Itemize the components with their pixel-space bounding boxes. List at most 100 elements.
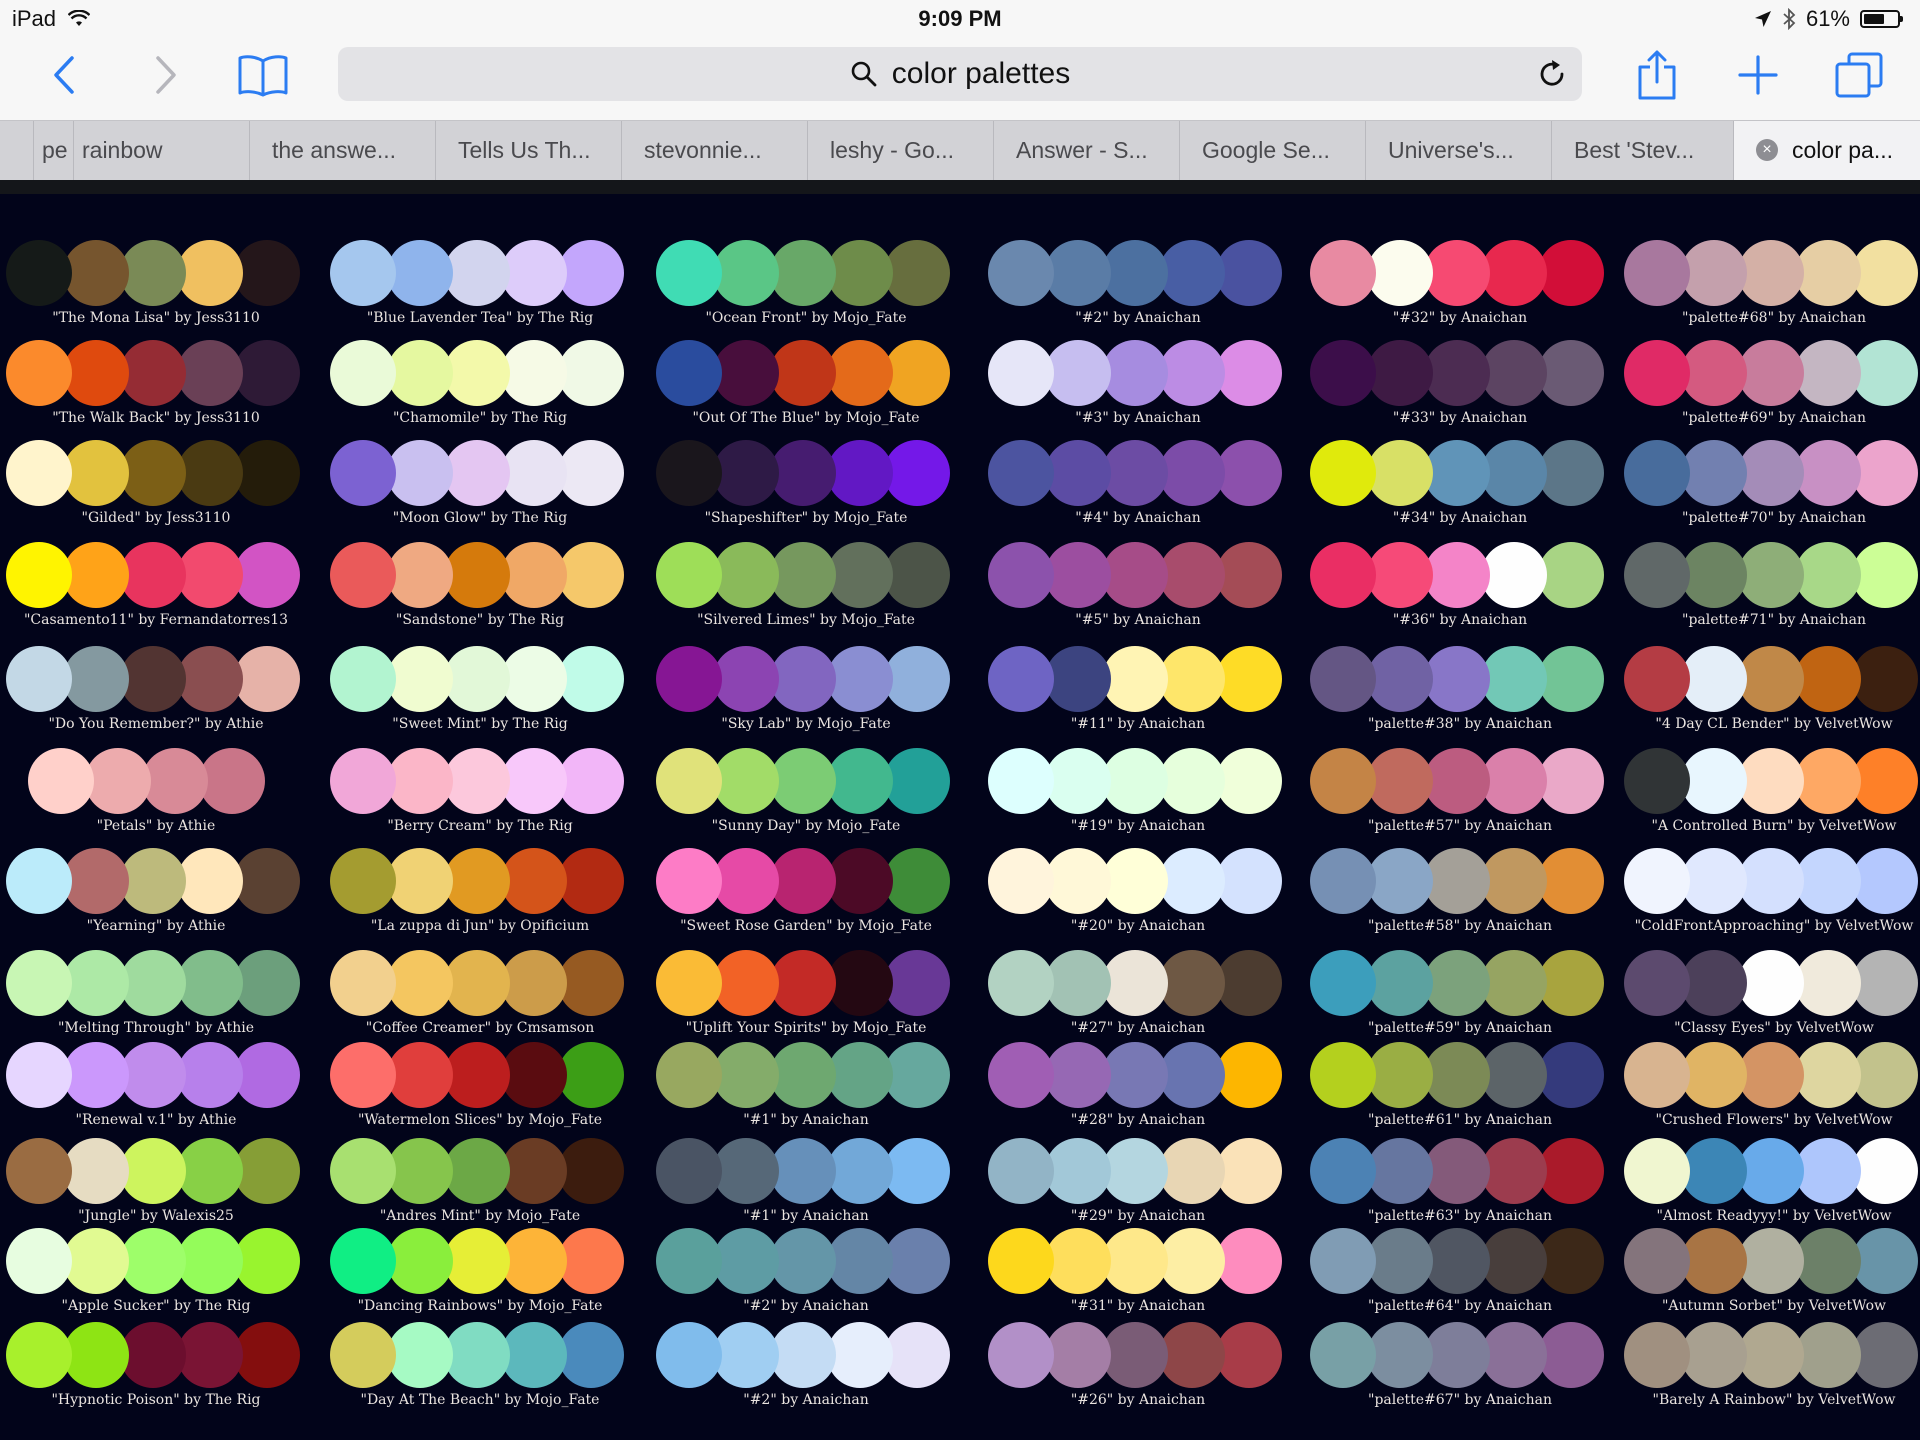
color-swatch [884,1042,950,1108]
tab[interactable] [0,121,34,180]
color-swatch [656,1228,722,1294]
color-swatch [1216,440,1282,506]
color-swatch [884,1138,950,1204]
color-swatch [1424,1322,1490,1388]
tab-label: Tells Us Th... [458,137,591,163]
color-swatch [827,1042,893,1108]
color-swatch [656,646,722,712]
battery-icon [1860,10,1903,28]
share-button[interactable] [1634,40,1680,110]
palette-label: "A Controlled Burn" by VelvetWow [1651,818,1897,834]
color-swatch [387,1228,453,1294]
color-swatch [1738,848,1804,914]
palette-label: "#29" by Anaichan [1070,1208,1206,1224]
color-swatch [1738,542,1804,608]
bookmarks-button[interactable] [236,40,290,110]
swatch-row [988,240,1288,310]
color-swatch [558,646,624,712]
color-swatch [827,1322,893,1388]
tabs-overview-button[interactable] [1834,40,1884,110]
color-swatch [501,542,567,608]
swatch-row [988,340,1288,410]
tab-strip: pe rainbow the answe... Tells Us Th... stevo… [0,120,1920,180]
color-swatch [713,646,779,712]
color-swatch [1367,1322,1433,1388]
color-swatch [6,1228,72,1294]
color-swatch [1795,240,1861,306]
swatch-row [656,848,956,918]
swatch-row [1624,340,1920,410]
tab[interactable]: Tells Us Th... [436,121,622,180]
color-swatch [884,240,950,306]
color-swatch [1624,748,1690,814]
book-icon [238,55,288,97]
palette-label: "Jungle" by Walexis25 [78,1208,234,1224]
color-swatch [558,440,624,506]
tab[interactable]: Answer - S... [994,121,1180,180]
tab[interactable]: Google Se... [1180,121,1366,180]
color-swatch [1624,340,1690,406]
color-swatch [63,950,129,1016]
color-swatch [1367,748,1433,814]
color-swatch [501,240,567,306]
swatch-row [6,340,306,410]
palette-label: "Moon Glow" by The Rig [392,510,568,526]
swatch-row [6,542,306,612]
color-swatch [1481,1042,1547,1108]
color-swatch [1738,950,1804,1016]
color-swatch [177,848,243,914]
color-swatch [713,950,779,1016]
color-swatch [1538,1138,1604,1204]
color-swatch [6,440,72,506]
color-swatch [501,1322,567,1388]
swatch-row [1624,1322,1920,1392]
color-swatch [558,950,624,1016]
color-swatch [1045,748,1111,814]
close-tab-icon[interactable]: × [1756,139,1778,162]
color-swatch [1681,542,1747,608]
color-swatch [6,848,72,914]
palette-label: "#34" by Anaichan [1392,510,1528,526]
swatch-row [656,340,956,410]
tab[interactable]: leshy - Go... [808,121,994,180]
palette-label: "#11" by Anaichan [1070,716,1206,732]
tab[interactable]: Universe's... [1366,121,1552,180]
color-swatch [827,542,893,608]
palette-label: "#1" by Anaichan [743,1112,869,1128]
tab-active[interactable]: × color pa... [1734,121,1920,180]
color-swatch [1538,748,1604,814]
tab[interactable]: the answe... [250,121,436,180]
palette-label: "Sandstone" by The Rig [395,612,565,628]
browser-toolbar: color palettes [0,40,1920,120]
color-swatch [988,1322,1054,1388]
color-swatch [1102,646,1168,712]
color-swatch [6,646,72,712]
palette-label: "Autumn Sorbet" by VelvetWow [1661,1298,1886,1314]
palette-label: "#28" by Anaichan [1070,1112,1206,1128]
swatch-row [1624,646,1920,716]
swatch-row [1310,1322,1610,1392]
tab[interactable]: stevonnie... [622,121,808,180]
color-swatch [988,440,1054,506]
tab-label: the answe... [272,137,397,163]
new-tab-button[interactable] [1736,40,1780,110]
color-swatch [1159,646,1225,712]
color-swatch [444,1042,510,1108]
tab[interactable]: Best 'Stev... [1552,121,1734,180]
tab[interactable]: pe [34,121,74,180]
palette-label: "Crushed Flowers" by VelvetWow [1655,1112,1893,1128]
address-bar[interactable]: color palettes [338,47,1582,101]
color-swatch [6,1042,72,1108]
color-swatch [988,542,1054,608]
back-button[interactable] [44,40,84,110]
forward-button[interactable] [146,40,186,110]
color-swatch [1045,1042,1111,1108]
color-swatch [234,646,300,712]
swatch-row [330,240,630,310]
color-swatch [330,1042,396,1108]
battery-percent: 61% [1805,6,1850,31]
color-swatch [1045,646,1111,712]
color-swatch [63,1042,129,1108]
tab[interactable]: rainbow [74,121,250,180]
reload-icon[interactable] [1536,58,1568,90]
